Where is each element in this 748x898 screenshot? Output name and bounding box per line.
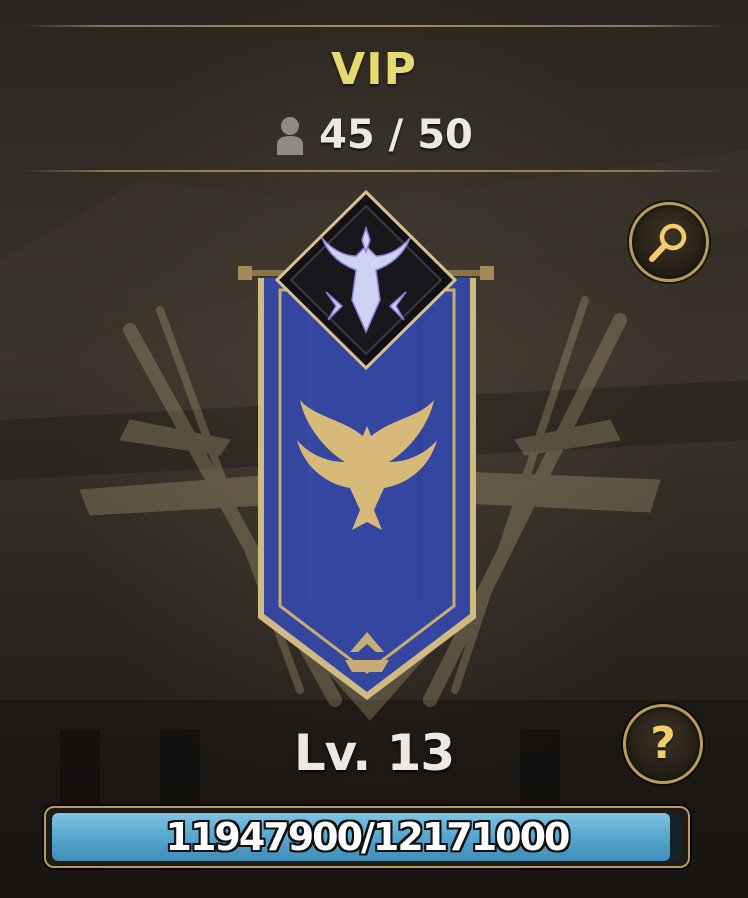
guild-level: Lv. 13: [293, 724, 455, 782]
guild-info-panel: VIP 45 / 50 ? Lv. 13 11947900/12171000: [0, 0, 748, 898]
progress-track: 11947900/12171000: [52, 813, 682, 861]
progress-text: 11947900/12171000: [165, 815, 571, 859]
experience-progress-bar: 11947900/12171000: [44, 806, 690, 868]
